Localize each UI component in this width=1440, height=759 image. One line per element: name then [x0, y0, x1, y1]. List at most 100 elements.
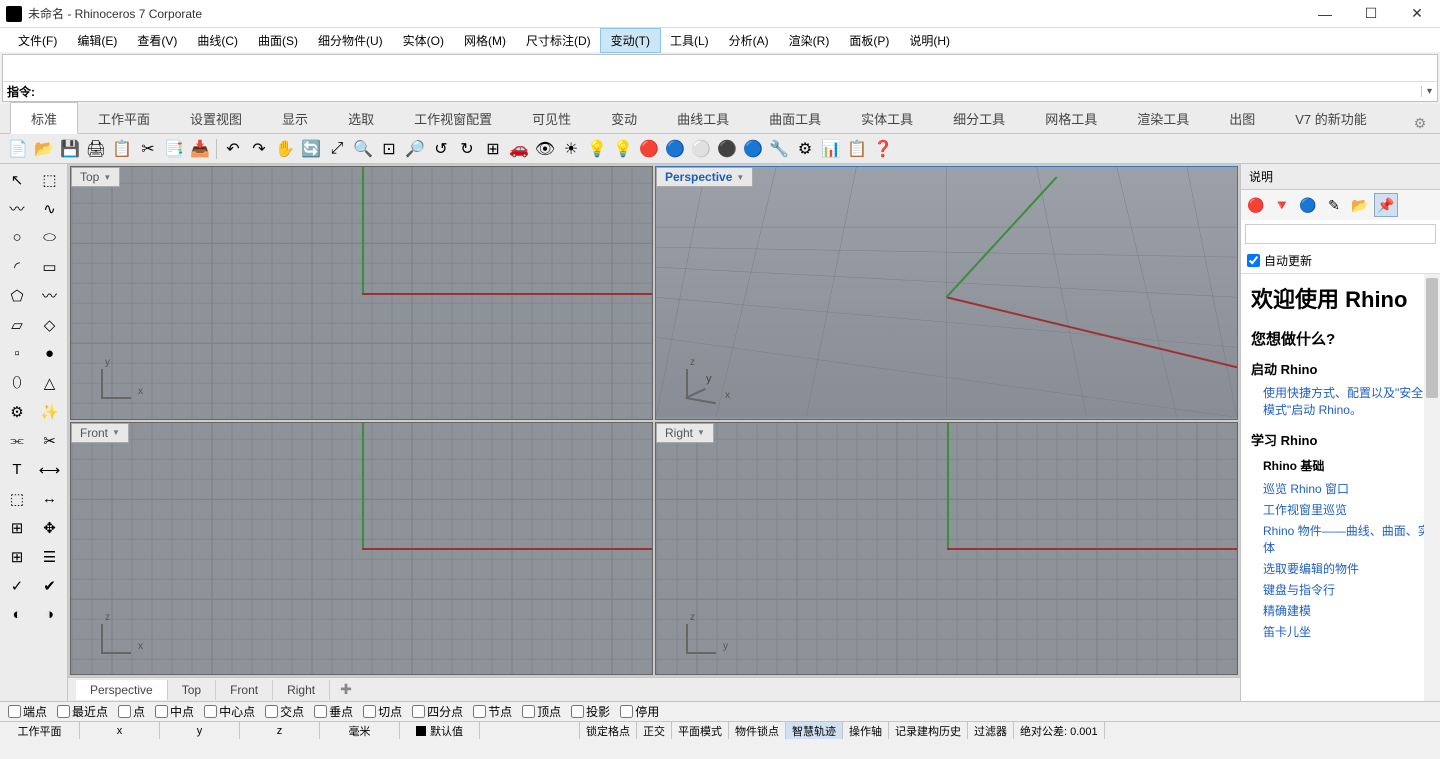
sphere2-icon[interactable]: ⚫ — [715, 137, 739, 161]
gear2-icon[interactable]: ⚙ — [793, 137, 817, 161]
view-tab[interactable]: Right — [273, 680, 330, 700]
viewport-dropdown-icon[interactable]: ▼ — [736, 173, 744, 182]
status-toggle[interactable]: 记录建构历史 — [889, 722, 968, 739]
join-icon[interactable]: ⫘ — [2, 427, 32, 454]
copy-icon[interactable]: 📑 — [162, 137, 186, 161]
osnap-item[interactable]: 投影 — [571, 703, 610, 720]
osnap-item[interactable]: 切点 — [363, 703, 402, 720]
osnap-item[interactable]: 中点 — [155, 703, 194, 720]
help-scrollbar[interactable] — [1424, 274, 1440, 701]
zoom-sel-icon[interactable]: ⊡ — [377, 137, 401, 161]
help-search-input[interactable] — [1245, 224, 1436, 244]
view-tab[interactable]: Top — [168, 680, 216, 700]
light-icon[interactable]: 💡 — [585, 137, 609, 161]
tool-tab[interactable]: 选取 — [328, 103, 394, 133]
viewport-front[interactable]: Front ▼ z x — [70, 422, 653, 676]
osnap-checkbox[interactable] — [8, 705, 21, 718]
osnap-item[interactable]: 端点 — [8, 703, 47, 720]
options-icon[interactable]: 🔧 — [767, 137, 791, 161]
menu-item[interactable]: 实体(O) — [393, 29, 454, 52]
tool-tab[interactable]: 渲染工具 — [1117, 103, 1209, 133]
tool-tab[interactable]: 工作视窗配置 — [394, 103, 512, 133]
command-expand-button[interactable]: ▾ — [1421, 86, 1437, 97]
save-icon[interactable]: 💾 — [58, 137, 82, 161]
viewport-dropdown-icon[interactable]: ▼ — [112, 428, 120, 437]
status-cplane[interactable]: 工作平面 — [0, 722, 80, 739]
osnap-item[interactable]: 四分点 — [412, 703, 463, 720]
cut-icon[interactable]: ✂ — [136, 137, 160, 161]
auto-update-row[interactable]: 自动更新 — [1241, 248, 1440, 274]
osnap-checkbox[interactable] — [314, 705, 327, 718]
menu-item[interactable]: 查看(V) — [127, 29, 187, 52]
osnap-checkbox[interactable] — [620, 705, 633, 718]
osnap-checkbox[interactable] — [265, 705, 278, 718]
osnap-checkbox[interactable] — [363, 705, 376, 718]
osnap-checkbox[interactable] — [473, 705, 486, 718]
material-icon[interactable]: 🔵 — [663, 137, 687, 161]
status-toggle[interactable]: 正交 — [637, 722, 672, 739]
minimize-button[interactable]: — — [1302, 0, 1348, 28]
viewport-label-perspective[interactable]: Perspective ▼ — [656, 167, 753, 187]
pointer-icon[interactable]: ↖ — [2, 166, 32, 193]
menu-item[interactable]: 文件(F) — [8, 29, 67, 52]
osnap-item[interactable]: 中心点 — [204, 703, 255, 720]
move-icon[interactable]: ✥ — [35, 514, 65, 541]
menu-item[interactable]: 工具(L) — [660, 29, 719, 52]
text-icon[interactable]: T — [2, 456, 32, 483]
menu-item[interactable]: 编辑(E) — [67, 29, 127, 52]
osnap-checkbox[interactable] — [204, 705, 217, 718]
sphere1-icon[interactable]: ⚪ — [689, 137, 713, 161]
osnap-checkbox[interactable] — [57, 705, 70, 718]
help-link[interactable]: Rhino 物件——曲线、曲面、实体 — [1251, 520, 1430, 558]
tool-tab[interactable]: 工作平面 — [78, 103, 170, 133]
cylinder-icon[interactable]: ⬯ — [2, 369, 32, 396]
redo-view-icon[interactable]: ↻ — [455, 137, 479, 161]
command-history[interactable] — [3, 55, 1437, 81]
sphere-icon[interactable]: ● — [35, 340, 65, 367]
tool-tab[interactable]: 出图 — [1209, 103, 1275, 133]
tool-tab[interactable]: 显示 — [262, 103, 328, 133]
check-icon[interactable]: ✓ — [2, 572, 32, 599]
freeform-icon[interactable]: 〰 — [35, 282, 65, 309]
redo-icon[interactable]: ↷ — [247, 137, 271, 161]
tabstrip-settings-icon[interactable]: ⚙ — [1410, 113, 1430, 133]
help-link[interactable]: 键盘与指令行 — [1251, 579, 1430, 600]
status-x[interactable]: x — [80, 722, 160, 739]
lasso-icon[interactable]: ⬚ — [35, 166, 65, 193]
bulb-icon[interactable]: 💡 — [611, 137, 635, 161]
transform-icon[interactable]: ↔ — [35, 485, 65, 512]
osnap-item[interactable]: 节点 — [473, 703, 512, 720]
viewport-label-front[interactable]: Front ▼ — [71, 423, 129, 443]
menu-item[interactable]: 面板(P) — [839, 29, 899, 52]
help-link[interactable]: 笛卡儿坐 — [1251, 621, 1430, 642]
zoom-icon[interactable]: 🔎 — [403, 137, 427, 161]
explode-icon[interactable]: ✨ — [35, 398, 65, 425]
tool-tab[interactable]: 细分工具 — [933, 103, 1025, 133]
menu-item[interactable]: 变动(T) — [601, 29, 660, 52]
new-icon[interactable]: 📄 — [6, 137, 30, 161]
more1-icon[interactable]: ◐ — [2, 601, 32, 628]
more2-icon[interactable]: ◑ — [35, 601, 65, 628]
export-icon[interactable]: 📋 — [110, 137, 134, 161]
osnap-checkbox[interactable] — [522, 705, 535, 718]
array-icon[interactable]: ⊞ — [2, 514, 32, 541]
plane-icon[interactable]: ◇ — [35, 311, 65, 338]
tool-tab[interactable]: 标准 — [10, 102, 78, 134]
viewport-top[interactable]: Top ▼ y x — [70, 166, 653, 420]
menu-item[interactable]: 分析(A) — [719, 29, 779, 52]
tool-tab[interactable]: 曲线工具 — [657, 103, 749, 133]
undo-view-icon[interactable]: ↺ — [429, 137, 453, 161]
surface-icon[interactable]: ▱ — [2, 311, 32, 338]
osnap-checkbox[interactable] — [571, 705, 584, 718]
add-view-tab-button[interactable]: ✚ — [330, 678, 362, 701]
sun-icon[interactable]: ☀ — [559, 137, 583, 161]
environment-icon[interactable]: 🔵 — [741, 137, 765, 161]
menu-item[interactable]: 曲线(C) — [187, 29, 248, 52]
viewport-right[interactable]: Right ▼ z y — [655, 422, 1238, 676]
status-z[interactable]: z — [240, 722, 320, 739]
osnap-item[interactable]: 顶点 — [522, 703, 561, 720]
help-link[interactable]: 选取要编辑的物件 — [1251, 558, 1430, 579]
layer-icon[interactable]: ☰ — [35, 543, 65, 570]
osnap-item[interactable]: 最近点 — [57, 703, 108, 720]
viewport-dropdown-icon[interactable]: ▼ — [697, 428, 705, 437]
